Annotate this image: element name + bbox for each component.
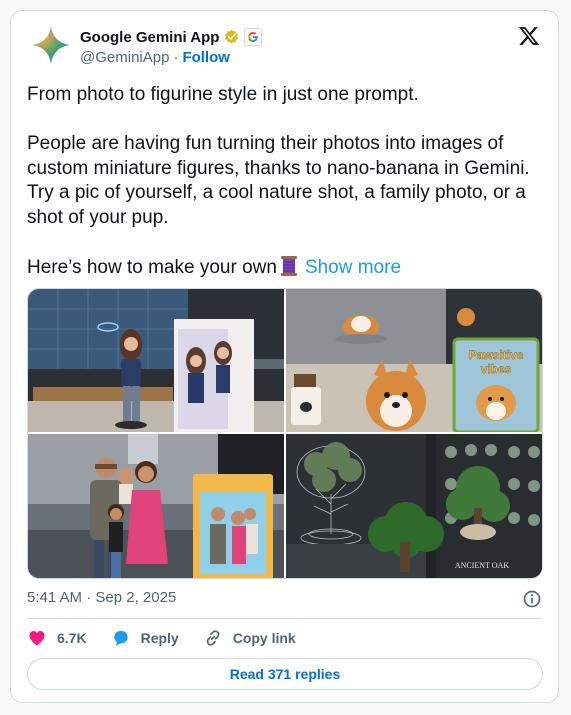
tweet-meta-row: 5:41 AM · Sep 2, 2025 <box>27 589 542 609</box>
tweet-line-1: From photo to figurine style in just one… <box>27 84 419 105</box>
copy-link-label: Copy link <box>232 630 296 646</box>
figurine-woman-image <box>28 289 284 432</box>
read-replies-button[interactable]: Read 371 replies <box>27 658 543 690</box>
author-handle[interactable]: @GeminiApp <box>80 49 169 66</box>
media-tile-figurine-family[interactable] <box>28 434 284 578</box>
media-tile-figurine-corgi[interactable]: Pawsitive vibes <box>286 289 542 432</box>
handle-separator: · <box>173 49 179 66</box>
follow-button[interactable]: Follow <box>182 49 230 66</box>
tweet-line-3: Here’s how to make your own Show more <box>27 255 542 281</box>
reply-label: Reply <box>140 630 179 646</box>
figurine-corgi-image: Pawsitive vibes <box>286 289 542 432</box>
like-button[interactable]: 6.7K <box>27 628 87 648</box>
author-display-name[interactable]: Google Gemini App <box>80 29 219 46</box>
show-more-link[interactable]: Show more <box>305 257 401 278</box>
box-title-line-1: Pawsitive <box>469 348 524 362</box>
tweet-card: Google Gemini App @GeminiApp · Follow Fr… <box>10 10 559 703</box>
media-tile-figurine-woman[interactable] <box>28 289 284 432</box>
media-grid: Pawsitive vibes ANCIENT OAK <box>27 288 543 579</box>
thread-spool-icon <box>280 255 297 276</box>
heart-icon <box>29 631 45 646</box>
like-count: 6.7K <box>57 630 87 646</box>
x-logo-icon[interactable] <box>518 25 540 47</box>
author-name-row: Google Gemini App <box>80 27 263 47</box>
tweet-last-line: Here’s how to make your own <box>27 256 277 278</box>
media-tile-figurine-tree[interactable]: ANCIENT OAK <box>286 434 542 578</box>
reply-bubble-icon <box>113 630 128 646</box>
figurine-family-image <box>28 434 284 578</box>
google-affiliate-icon[interactable] <box>244 28 263 46</box>
divider <box>27 618 542 619</box>
author-handle-row: @GeminiApp · Follow <box>80 49 230 66</box>
box-caption-ancient-oak: ANCIENT OAK <box>455 561 510 570</box>
tweet-timestamp[interactable]: 5:41 AM · Sep 2, 2025 <box>27 589 176 606</box>
info-icon[interactable] <box>522 589 542 609</box>
copy-link-button[interactable]: Copy link <box>203 628 296 648</box>
link-icon <box>206 630 220 646</box>
verified-badge-icon <box>225 29 239 44</box>
figurine-tree-image: ANCIENT OAK <box>286 434 542 578</box>
tweet-header: Google Gemini App @GeminiApp · Follow <box>27 25 542 69</box>
box-title-line-2: vibes <box>481 362 512 376</box>
tweet-text: From photo to figurine style in just one… <box>27 83 542 280</box>
gemini-logo-icon[interactable] <box>31 25 71 65</box>
reply-button[interactable]: Reply <box>111 628 179 648</box>
tweet-actions: 6.7K Reply Copy link <box>27 627 320 649</box>
tweet-line-2: People are having fun turning their phot… <box>27 133 530 228</box>
